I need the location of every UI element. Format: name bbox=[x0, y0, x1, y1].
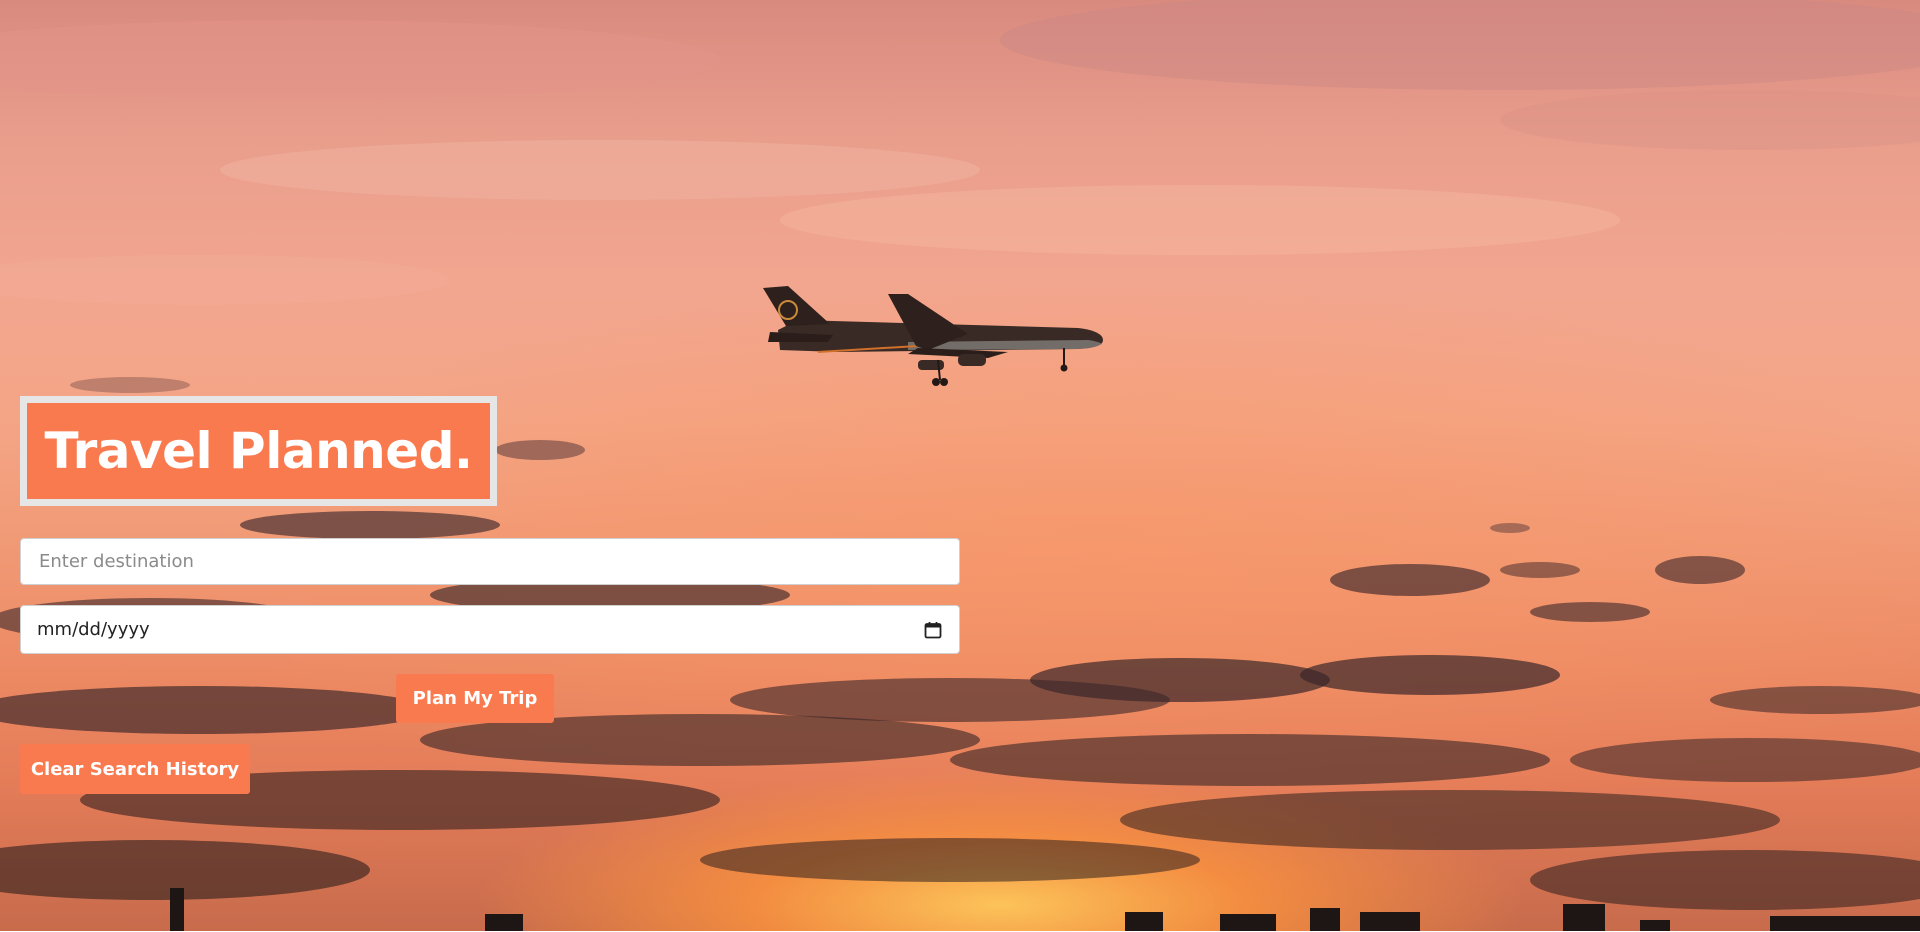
airplane-image bbox=[763, 286, 1103, 386]
site-title-box: Travel Planned. bbox=[20, 396, 497, 506]
destination-field bbox=[20, 538, 960, 585]
page: Travel Planned. mm/dd/yyyy Plan My Trip … bbox=[0, 0, 1920, 932]
city-skyline-decoration bbox=[170, 888, 1920, 932]
date-field[interactable]: mm/dd/yyyy bbox=[20, 605, 960, 654]
calendar-icon[interactable] bbox=[923, 620, 943, 640]
destination-input[interactable] bbox=[37, 550, 943, 573]
clear-search-history-button[interactable]: Clear Search History bbox=[20, 744, 250, 794]
site-title: Travel Planned. bbox=[44, 422, 473, 480]
plan-my-trip-button[interactable]: Plan My Trip bbox=[396, 674, 554, 723]
date-input-placeholder[interactable]: mm/dd/yyyy bbox=[37, 619, 923, 640]
